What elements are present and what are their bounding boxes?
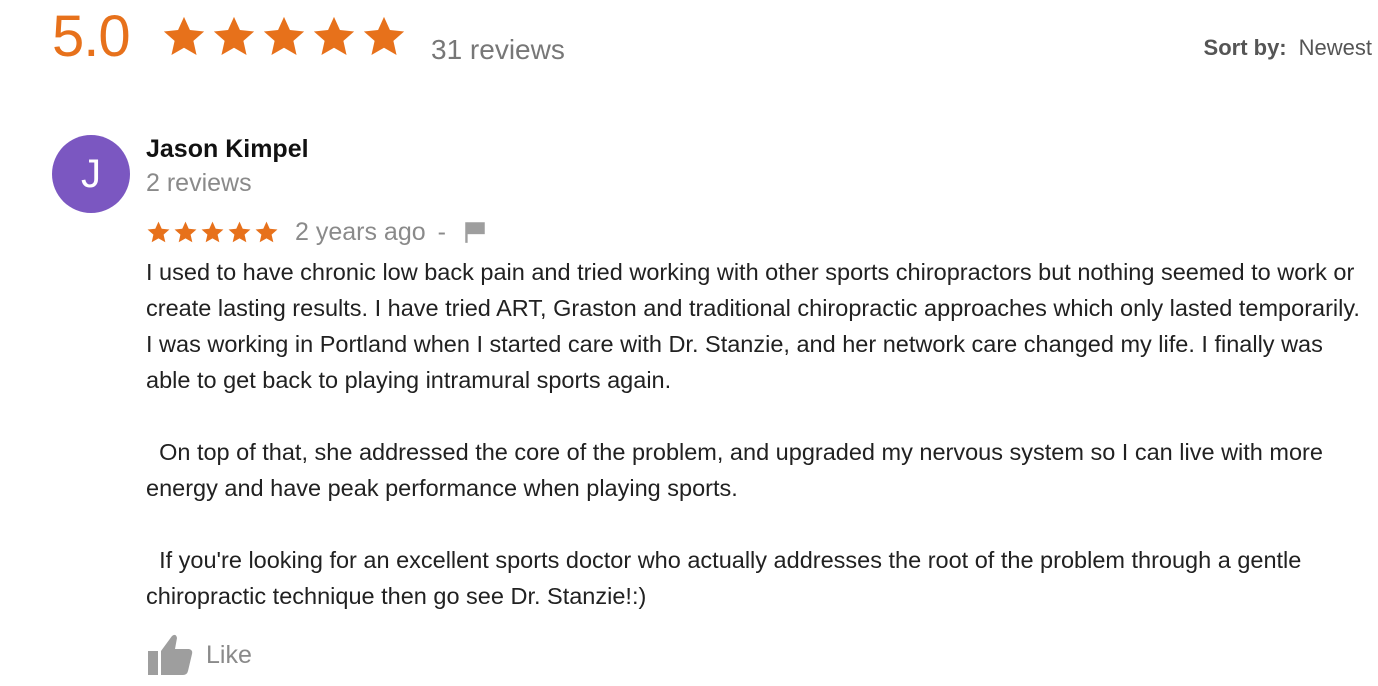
flag-icon[interactable] — [462, 219, 488, 245]
star-icon — [147, 221, 170, 242]
review-paragraph: On top of that, she addressed the core o… — [146, 439, 1330, 501]
sort-label: Sort by: — [1203, 35, 1287, 60]
total-review-count: 31 reviews — [431, 34, 565, 65]
rating-stars — [161, 14, 407, 66]
star-icon — [174, 221, 197, 242]
like-label: Like — [206, 641, 252, 669]
sort-dropdown[interactable]: Newest — [1299, 34, 1372, 62]
rating-score: 5.0 — [52, 4, 131, 69]
meta-separator: - — [437, 218, 446, 246]
star-icon — [213, 16, 255, 56]
avatar[interactable]: J — [52, 135, 130, 213]
like-button[interactable]: Like — [146, 633, 252, 677]
star-icon — [263, 16, 305, 56]
star-icon — [255, 221, 278, 242]
sort-control[interactable]: Sort by: Newest — [1204, 34, 1372, 62]
star-icon — [163, 16, 205, 56]
review-paragraph: If you're looking for an excellent sport… — [146, 547, 1308, 609]
review-paragraph: I used to have chronic low back pain and… — [146, 259, 1360, 393]
thumbs-up-icon — [146, 633, 194, 677]
star-icon — [363, 16, 405, 56]
review-stars — [146, 220, 279, 245]
star-icon — [228, 221, 251, 242]
author-review-count: 2 reviews — [146, 169, 252, 197]
star-icon — [201, 221, 224, 242]
star-icon — [313, 16, 355, 56]
rating-summary-header: 5.0 31 reviews Sort by: Newest — [0, 0, 1378, 90]
review-date: 2 years ago — [295, 218, 426, 246]
author-name[interactable]: Jason Kimpel — [146, 134, 309, 164]
review-body: I used to have chronic low back pain and… — [146, 254, 1366, 614]
review-meta: 2 years ago - — [146, 216, 488, 248]
